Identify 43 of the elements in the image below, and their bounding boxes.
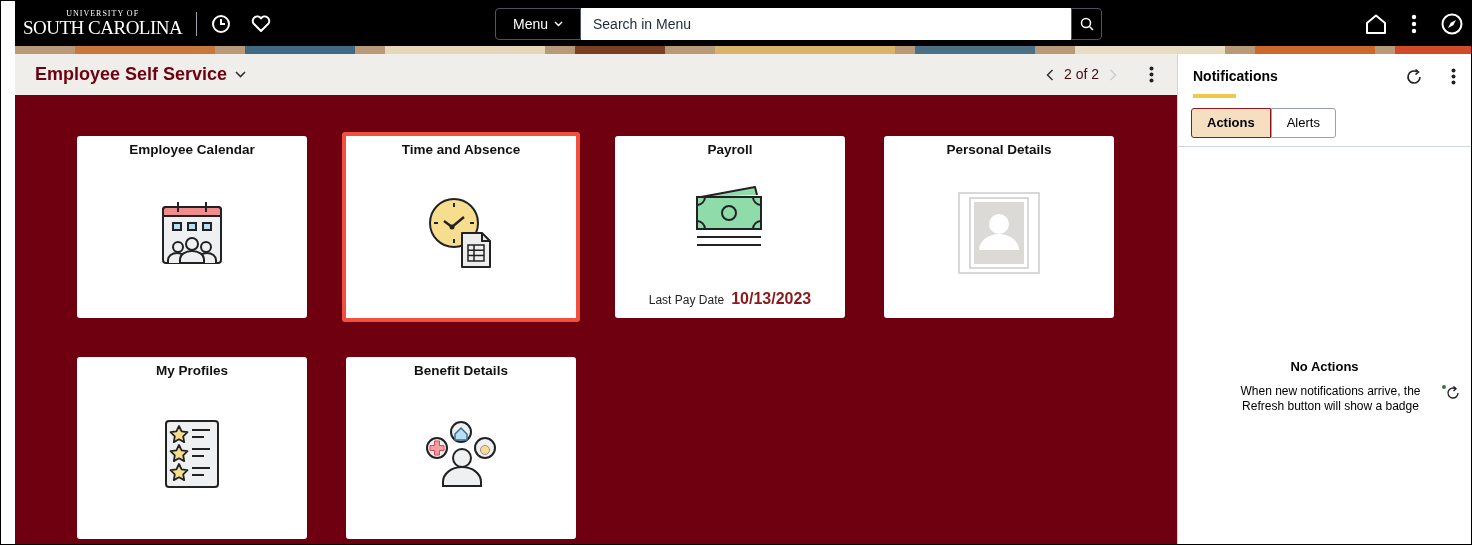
tile-title: Benefit Details xyxy=(414,362,508,380)
compass-icon[interactable] xyxy=(1441,12,1463,35)
more-options-icon[interactable] xyxy=(1451,68,1456,85)
chevron-down-icon xyxy=(235,71,247,78)
empty-state-title: No Actions xyxy=(1290,358,1359,376)
history-icon[interactable] xyxy=(211,13,232,34)
star-checklist-icon xyxy=(164,419,220,490)
calendar-people-icon xyxy=(161,200,223,267)
tile[interactable]: Employee Calendar xyxy=(77,136,307,318)
panel-title: Notifications xyxy=(1193,67,1278,86)
clock-document-icon xyxy=(428,197,494,270)
empty-state-message: When new notifications arrive, the Refresh button will show a badge xyxy=(1239,383,1422,414)
tile-title: Payroll xyxy=(707,141,753,159)
menu-button[interactable]: Menu xyxy=(495,8,581,40)
favorites-heart-icon[interactable] xyxy=(251,14,272,33)
tile-footer-label: Last Pay Date xyxy=(648,292,725,309)
tile[interactable]: Time and Absence xyxy=(342,132,580,322)
search-button[interactable] xyxy=(1071,8,1102,40)
photo-placeholder-icon xyxy=(958,192,1040,275)
tab[interactable]: Alerts xyxy=(1270,108,1336,138)
search-icon xyxy=(1079,17,1094,31)
more-options-icon[interactable] xyxy=(1149,66,1154,83)
tab[interactable]: Actions xyxy=(1191,108,1271,138)
tile[interactable]: My Profiles xyxy=(77,357,307,539)
previous-page-icon[interactable] xyxy=(1045,68,1054,81)
tile[interactable]: Personal Details xyxy=(884,136,1114,318)
more-options-icon[interactable] xyxy=(1411,13,1417,34)
tile[interactable]: Benefit Details xyxy=(346,357,576,539)
tile-title: Employee Calendar xyxy=(129,141,255,159)
tile-title: Time and Absence xyxy=(401,141,521,159)
tile[interactable]: Payroll Last Pay Date 10/13/2023 xyxy=(615,136,845,318)
tile-title: My Profiles xyxy=(156,362,228,380)
tile-footer-value: 10/13/2023 xyxy=(731,289,812,309)
chevron-down-icon xyxy=(554,21,563,27)
refresh-badge-icon xyxy=(1441,383,1461,400)
page-title-dropdown[interactable]: Employee Self Service xyxy=(35,61,247,88)
search-field[interactable]: Search in Menu xyxy=(581,8,1071,40)
tile-title: Personal Details xyxy=(946,141,1052,159)
benefits-person-icon xyxy=(425,420,497,489)
page-count: 2 of 2 xyxy=(1063,65,1099,84)
refresh-icon[interactable] xyxy=(1405,68,1423,86)
university-logo[interactable]: UNIVERSITY OF SOUTH CAROLINA xyxy=(23,10,183,37)
home-icon[interactable] xyxy=(1365,13,1387,34)
